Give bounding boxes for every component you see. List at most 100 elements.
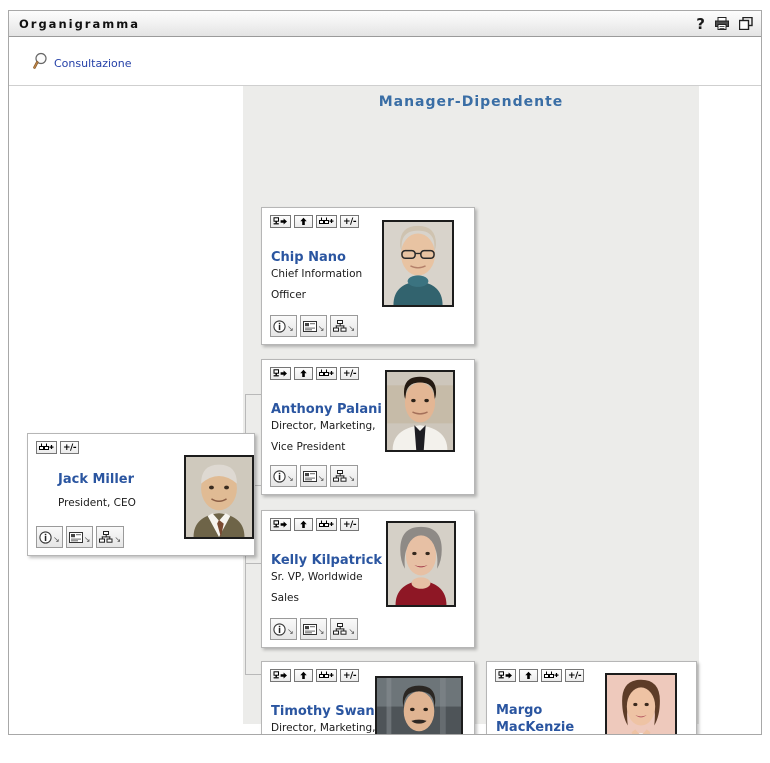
org-card-timothy-swan[interactable]: +/- Timothy Swan Director, Marketing, Vi… xyxy=(261,661,475,734)
org-chart-caret-icon: ↘ xyxy=(348,324,356,333)
print-icon[interactable] xyxy=(715,17,729,30)
card-view-caret-icon: ↘ xyxy=(317,324,325,333)
show-peers-button[interactable] xyxy=(316,215,337,228)
plus-minus-label: +/- xyxy=(568,670,582,681)
card-title-line-1: Director, Marketing, xyxy=(271,722,376,734)
card-view-caret-icon: ↘ xyxy=(317,627,325,636)
org-card-jack-miller[interactable]: +/- Jack Miller President, CEO ↘ ↘ ↘ xyxy=(27,433,255,556)
card-top-toolbar: +/- xyxy=(270,518,360,531)
move-up-button[interactable] xyxy=(294,367,313,380)
expand-collapse-button[interactable]: +/- xyxy=(60,441,80,454)
move-up-button[interactable] xyxy=(294,518,313,531)
card-top-toolbar: +/- xyxy=(270,669,360,682)
org-card-anthony-palani[interactable]: +/- Anthony Palani Director, Marketing, … xyxy=(261,359,475,495)
plus-minus-label: +/- xyxy=(343,670,357,681)
show-peers-button[interactable] xyxy=(316,518,337,531)
expand-collapse-button[interactable]: +/- xyxy=(565,669,585,682)
avatar-margo-mackenzie xyxy=(605,673,677,734)
page-title: Organigramma xyxy=(19,16,140,31)
avatar-jack-miller xyxy=(184,455,254,539)
expand-collapse-button[interactable]: +/- xyxy=(340,518,360,531)
expand-collapse-button[interactable]: +/- xyxy=(340,669,360,682)
connector-branch-chip xyxy=(245,394,261,395)
card-top-toolbar: +/- xyxy=(495,669,585,682)
card-name-jack-miller[interactable]: Jack Miller xyxy=(58,472,134,487)
details-button[interactable]: ↘ xyxy=(270,465,297,487)
card-view-caret-icon: ↘ xyxy=(83,535,91,544)
help-icon[interactable]: ? xyxy=(696,16,705,31)
card-name-anthony-palani[interactable]: Anthony Palani xyxy=(271,402,382,417)
card-name-margo-mackenzie-line-2[interactable]: MacKenzie xyxy=(496,720,574,734)
consultazione-button[interactable]: Consultazione xyxy=(33,52,132,71)
card-title-line-2: Sales xyxy=(271,592,299,604)
go-to-manager-button[interactable] xyxy=(270,215,291,228)
group-title: Manager-Dipendente xyxy=(378,94,564,110)
card-top-toolbar: +/- xyxy=(270,215,360,228)
org-chart-canvas: Manager-Dipendente +/- Jack Miller Presi… xyxy=(9,86,761,734)
plus-minus-label: +/- xyxy=(63,442,77,453)
org-chart-button[interactable]: ↘ xyxy=(330,465,359,487)
org-chart-button[interactable]: ↘ xyxy=(330,315,359,337)
card-name-chip-nano[interactable]: Chip Nano xyxy=(271,250,346,265)
avatar-chip-nano xyxy=(382,220,454,307)
details-caret-icon: ↘ xyxy=(53,535,60,544)
move-up-button[interactable] xyxy=(294,215,313,228)
show-peers-button[interactable] xyxy=(36,441,57,454)
show-peers-button[interactable] xyxy=(316,367,337,380)
details-caret-icon: ↘ xyxy=(287,324,294,333)
card-view-button[interactable]: ↘ xyxy=(299,465,328,487)
avatar-kelly-kilpatrick xyxy=(386,521,456,607)
restore-window-icon[interactable] xyxy=(738,16,753,31)
card-view-button[interactable]: ↘ xyxy=(299,618,328,640)
card-bottom-toolbar: ↘ ↘ ↘ xyxy=(270,465,359,487)
expand-collapse-button[interactable]: +/- xyxy=(340,215,360,228)
org-card-chip-nano[interactable]: +/- Chip Nano Chief Information Officer xyxy=(261,207,475,345)
plus-minus-label: +/- xyxy=(343,368,357,379)
card-title-line-1: Chief Information xyxy=(271,268,363,280)
card-bottom-toolbar: ↘ ↘ ↘ xyxy=(270,315,359,337)
card-title-line-1: Sr. VP, Worldwide xyxy=(271,571,363,583)
plus-minus-label: +/- xyxy=(343,216,357,227)
org-card-kelly-kilpatrick[interactable]: +/- Kelly Kilpatrick Sr. VP, Worldwide S… xyxy=(261,510,475,648)
card-title-line-2: Officer xyxy=(271,289,306,301)
organigramma-window: Organigramma ? Consultazione Manager-Dip… xyxy=(8,10,762,735)
org-chart-button[interactable]: ↘ xyxy=(330,618,359,640)
card-name-kelly-kilpatrick[interactable]: Kelly Kilpatrick xyxy=(271,553,382,568)
details-caret-icon: ↘ xyxy=(287,474,294,483)
show-peers-button[interactable] xyxy=(316,669,337,682)
avatar-anthony-palani xyxy=(385,370,455,452)
org-chart-button[interactable]: ↘ xyxy=(96,526,125,548)
card-view-button[interactable]: ↘ xyxy=(299,315,328,337)
connector-branch-kelly xyxy=(245,563,261,564)
go-to-manager-button[interactable] xyxy=(270,367,291,380)
avatar-timothy-swan xyxy=(375,676,463,734)
card-view-caret-icon: ↘ xyxy=(317,474,325,483)
show-peers-button[interactable] xyxy=(541,669,562,682)
card-name-margo-mackenzie-line-1[interactable]: Margo xyxy=(496,703,542,718)
card-view-button[interactable]: ↘ xyxy=(65,526,94,548)
card-name-timothy-swan[interactable]: Timothy Swan xyxy=(271,704,375,719)
window-title-icons: ? xyxy=(696,11,753,36)
expand-collapse-button[interactable]: +/- xyxy=(340,367,360,380)
plus-minus-label: +/- xyxy=(343,519,357,530)
card-bottom-toolbar: ↘ ↘ ↘ xyxy=(270,618,359,640)
details-button[interactable]: ↘ xyxy=(270,618,297,640)
go-to-manager-button[interactable] xyxy=(270,669,291,682)
org-chart-caret-icon: ↘ xyxy=(114,535,122,544)
move-up-button[interactable] xyxy=(519,669,538,682)
org-chart-caret-icon: ↘ xyxy=(348,474,356,483)
details-button[interactable]: ↘ xyxy=(36,526,63,548)
move-up-button[interactable] xyxy=(294,669,313,682)
card-title-line-2: Vice President xyxy=(271,441,346,453)
card-top-toolbar: +/- xyxy=(270,367,360,380)
window-title-bar: Organigramma ? xyxy=(9,11,761,37)
card-top-toolbar: +/- xyxy=(36,441,80,454)
go-to-manager-button[interactable] xyxy=(270,518,291,531)
action-toolbar: Consultazione xyxy=(9,37,761,86)
go-to-manager-button[interactable] xyxy=(495,669,516,682)
card-title-line-1: President, CEO xyxy=(58,497,136,509)
org-card-margo-mackenzie[interactable]: +/- Margo MacKenzie Director, Marketing xyxy=(486,661,697,734)
consultazione-label: Consultazione xyxy=(54,56,132,70)
details-button[interactable]: ↘ xyxy=(270,315,297,337)
details-caret-icon: ↘ xyxy=(287,627,294,636)
